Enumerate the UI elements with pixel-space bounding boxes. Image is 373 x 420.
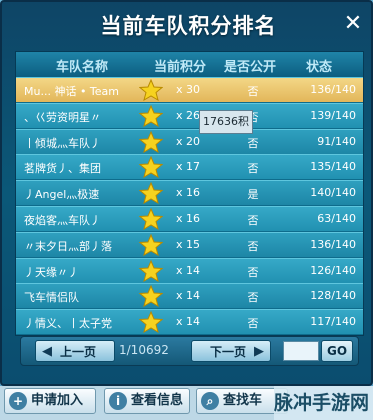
- star-icon: [138, 207, 164, 231]
- team-name: 飞车情侣队: [24, 291, 79, 305]
- watermark-text: 脉冲手游网: [274, 386, 373, 420]
- prev-page-button[interactable]: ◀ 上一页: [35, 340, 115, 362]
- team-name: Mu... 神话 • Team: [24, 85, 120, 98]
- header-name: 车队名称: [56, 60, 109, 75]
- team-status: 117/140: [310, 315, 356, 329]
- ranking-table: 车队名称 当前积分 是否公开 状态 Mu... 神话 • Team x 30 否 13…: [15, 51, 364, 336]
- star-icon: [138, 233, 164, 256]
- next-page-label: 下一页: [210, 345, 247, 359]
- team-public: 否: [247, 317, 259, 331]
- table-row[interactable]: 丿Angel灬极速 x 16 是 140/140: [16, 180, 363, 206]
- apply-join-button[interactable]: + 申请加入: [4, 388, 96, 414]
- team-public: 否: [247, 136, 259, 150]
- team-score: x 14: [176, 263, 201, 277]
- team-public: 否: [247, 291, 259, 305]
- header-public: 是否公开: [224, 60, 277, 75]
- team-public: 是: [247, 188, 259, 202]
- team-score: x 14: [176, 289, 201, 303]
- plus-icon: +: [9, 392, 27, 410]
- search-icon: ⌕: [201, 392, 219, 410]
- table-row[interactable]: Mu... 神话 • Team x 30 否 136/140: [16, 77, 363, 102]
- team-score: x 16: [176, 186, 201, 200]
- team-status: 136/140: [310, 237, 356, 251]
- team-name: 茗牌货丿、集团: [24, 162, 101, 176]
- ranking-window: 当前车队积分排名 ✕ 车队名称 当前积分 是否公开 状态 Mu... 神话 • …: [0, 0, 373, 386]
- team-score: x 15: [176, 237, 201, 251]
- star-icon: [138, 104, 164, 127]
- apply-join-label: 申请加入: [31, 393, 84, 408]
- next-page-button[interactable]: 下一页 ▶: [191, 340, 271, 362]
- team-status: 91/140: [317, 134, 356, 148]
- window-title: 当前车队积分排名: [100, 14, 277, 38]
- team-public: 否: [247, 214, 259, 227]
- star-icon: [138, 130, 164, 153]
- team-name: 〃末夕日灬部丿落: [24, 239, 112, 253]
- table-row[interactable]: 、巜劳资明星〃 x 26 否 139/140: [16, 102, 363, 128]
- team-status: 126/140: [310, 263, 356, 277]
- table-row[interactable]: 飞车情侣队 x 14 否 128/140: [16, 283, 363, 309]
- header-status: 状态: [306, 60, 333, 75]
- team-score: x 20: [176, 134, 201, 148]
- team-status: 139/140: [310, 108, 356, 122]
- right-arrow-icon: ▶: [254, 344, 264, 359]
- team-name: 丿情义、丨太子党: [24, 317, 112, 331]
- star-icon: [138, 78, 164, 102]
- pager: ◀ 上一页 1/10692 下一页 ▶ GO: [20, 336, 359, 366]
- team-status: 63/140: [317, 212, 356, 225]
- table-row[interactable]: 丿情义、丨太子党 x 14 否 117/140: [16, 309, 363, 335]
- view-info-label: 查看信息: [131, 393, 184, 408]
- table-header: 车队名称 当前积分 是否公开 状态: [16, 52, 363, 77]
- go-button[interactable]: GO: [321, 340, 353, 362]
- close-icon[interactable]: ✕: [339, 10, 367, 38]
- team-name: 丿天缘〃丿: [24, 265, 79, 279]
- team-score: x 16: [176, 212, 201, 225]
- team-status: 128/140: [310, 289, 356, 303]
- header-score: 当前积分: [154, 60, 207, 75]
- team-public: 否: [247, 265, 259, 279]
- team-status: 136/140: [310, 83, 356, 96]
- star-icon: [138, 181, 164, 205]
- team-name: 丿Angel灬极速: [24, 188, 100, 202]
- table-row[interactable]: 夜焰客灬车队丿 x 16 否 63/140: [16, 206, 363, 231]
- score-tooltip: 17636积: [199, 110, 253, 134]
- team-public: 否: [247, 85, 259, 98]
- left-arrow-icon: ◀: [42, 344, 52, 359]
- team-name: 丨倾城灬车队丿: [24, 136, 101, 150]
- page-number-input[interactable]: [283, 341, 319, 361]
- team-name: 夜焰客灬车队丿: [24, 214, 101, 227]
- team-score: x 14: [176, 315, 201, 329]
- team-name: 、巜劳资明星〃: [24, 110, 101, 124]
- team-status: 135/140: [310, 160, 356, 174]
- star-icon: [138, 285, 164, 308]
- star-icon: [138, 259, 164, 282]
- table-row[interactable]: 丨倾城灬车队丿 x 20 否 91/140: [16, 128, 363, 154]
- table-row[interactable]: 〃末夕日灬部丿落 x 15 否 136/140: [16, 231, 363, 257]
- search-team-label: 查找车: [223, 393, 263, 408]
- table-row[interactable]: 丿天缘〃丿 x 14 否 126/140: [16, 257, 363, 283]
- team-score: x 17: [176, 160, 201, 174]
- info-icon: i: [109, 392, 127, 410]
- page-info: 1/10692: [119, 343, 169, 357]
- star-icon: [138, 156, 164, 179]
- team-status: 140/140: [310, 186, 356, 200]
- view-info-button[interactable]: i 查看信息: [104, 388, 190, 414]
- team-public: 否: [247, 239, 259, 253]
- prev-page-label: 上一页: [60, 345, 97, 359]
- team-public: 否: [247, 162, 259, 176]
- team-score: x 30: [176, 83, 201, 96]
- table-row[interactable]: 茗牌货丿、集团 x 17 否 135/140: [16, 154, 363, 180]
- star-icon: [138, 310, 164, 334]
